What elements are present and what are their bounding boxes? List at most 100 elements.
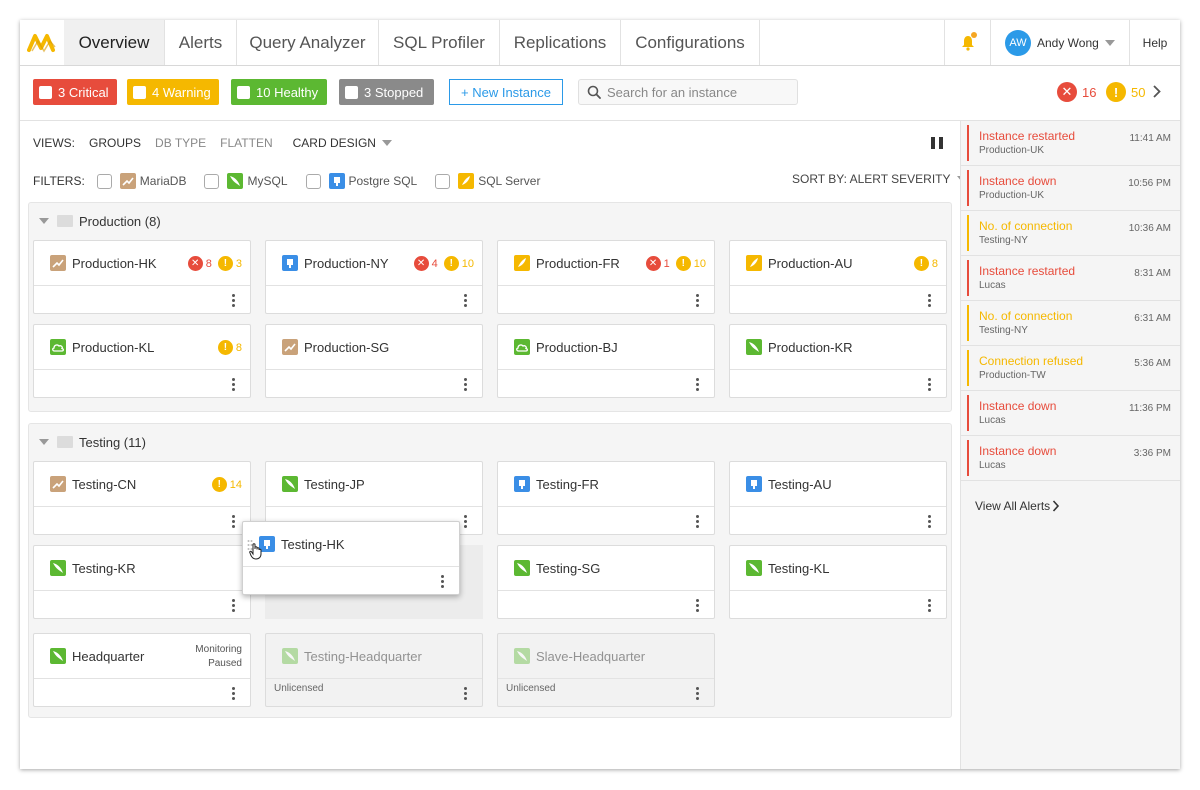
instance-card[interactable]: Testing-CN! 14 [33,461,251,535]
view-all-alerts-link[interactable]: View All Alerts [975,499,1060,513]
filter-mysql-checkbox[interactable] [204,173,220,189]
more-icon[interactable] [696,294,699,307]
card-header[interactable]: Production-FR ✕ 1! 10 [498,241,714,286]
card-header[interactable]: Production-HK ✕ 8! 3 [34,241,250,286]
more-icon[interactable] [232,687,235,700]
help-link[interactable]: Help [1129,20,1180,65]
instance-card[interactable]: Production-KR [729,324,947,398]
instance-card[interactable]: Testing-KL [729,545,947,619]
instance-card[interactable]: Slave-Headquarter Unlicensed [497,633,715,707]
more-icon[interactable] [696,687,699,700]
card-header[interactable]: Production-SG [266,325,482,370]
alert-item[interactable]: Instance down Production-UK 10:56 PM [961,166,1180,211]
more-icon[interactable] [696,599,699,612]
card-alerts[interactable]: ✕ 8! 3 [187,256,242,271]
more-icon[interactable] [464,687,467,700]
user-menu[interactable]: AW Andy Wong [990,20,1129,65]
card-header[interactable]: Production-KR [730,325,946,370]
group-header[interactable]: Production (8) [39,213,161,229]
sort-dropdown[interactable]: SORT BY: ALERT SEVERITY [792,172,967,186]
card-header[interactable]: Testing-Headquarter [266,634,482,679]
card-header[interactable]: Production-KL! 8 [34,325,250,370]
card-header[interactable]: Production-AU! 8 [730,241,946,286]
dragging-card[interactable]: Testing-HK [242,521,460,595]
instance-card[interactable]: Testing-SG [497,545,715,619]
view-groups[interactable]: GROUPS [89,136,141,150]
more-icon[interactable] [696,378,699,391]
instance-card[interactable]: Production-BJ [497,324,715,398]
card-design-dropdown[interactable]: CARD DESIGN [293,136,376,150]
warning-count[interactable]: ! 50 [1106,81,1145,103]
alert-item[interactable]: No. of connection Testing-NY 6:31 AM [961,301,1180,346]
card-header[interactable]: Testing-CN! 14 [34,462,250,507]
search-input[interactable] [607,84,787,100]
tab-query-analyzer[interactable]: Query Analyzer [237,20,379,65]
instance-card[interactable]: Production-AU! 8 [729,240,947,314]
more-icon[interactable] [232,599,235,612]
card-alerts[interactable]: ! 8 [913,256,938,271]
more-icon[interactable] [928,294,931,307]
search-box[interactable] [578,79,798,105]
card-header[interactable]: Testing-AU [730,462,946,507]
card-alerts[interactable]: ! 14 [211,477,242,492]
alert-item[interactable]: No. of connection Testing-NY 10:36 AM [961,211,1180,256]
instance-card[interactable]: Production-HK ✕ 8! 3 [33,240,251,314]
filter-sqlserver-checkbox[interactable] [435,173,451,189]
tab-sql-profiler[interactable]: SQL Profiler [379,20,500,65]
instance-card[interactable]: Testing-Headquarter Unlicensed [265,633,483,707]
card-header[interactable]: Testing-KR [34,546,250,591]
notifications-button[interactable] [944,20,990,65]
instance-card[interactable]: Testing-FR [497,461,715,535]
card-header[interactable]: Production-NY ✕ 4! 10 [266,241,482,286]
more-icon[interactable] [464,378,467,391]
more-icon[interactable] [232,515,235,528]
group-header[interactable]: Testing (11) [39,434,146,450]
card-header[interactable]: Slave-Headquarter [498,634,714,679]
card-header[interactable]: Testing-FR [498,462,714,507]
instance-card[interactable]: Production-KL! 8 [33,324,251,398]
stopped-filter-button[interactable]: 3 Stopped [339,79,434,105]
instance-card[interactable]: Production-FR ✕ 1! 10 [497,240,715,314]
instance-card[interactable]: Testing-AU [729,461,947,535]
app-logo[interactable] [20,20,64,65]
more-icon[interactable] [464,294,467,307]
alert-item[interactable]: Connection refused Production-TW 5:36 AM [961,346,1180,391]
card-header[interactable]: Testing-KL [730,546,946,591]
instance-card[interactable]: Headquarter Monitoring Paused [33,633,251,707]
tab-configurations[interactable]: Configurations [621,20,760,65]
card-alerts[interactable]: ✕ 4! 10 [413,256,474,271]
more-icon[interactable] [441,575,444,588]
more-icon[interactable] [928,599,931,612]
alert-item[interactable]: Instance restarted Lucas 8:31 AM [961,256,1180,301]
view-db-type[interactable]: DB TYPE [155,136,206,150]
view-flatten[interactable]: FLATTEN [220,136,272,150]
alert-item[interactable]: Instance restarted Production-UK 11:41 AM [961,121,1180,166]
pause-button[interactable] [931,137,943,149]
tab-replications[interactable]: Replications [500,20,621,65]
card-alerts[interactable]: ✕ 1! 10 [645,256,706,271]
instance-card[interactable]: Testing-KR [33,545,251,619]
critical-filter-button[interactable]: 3 Critical [33,79,117,105]
alert-item[interactable]: Instance down Lucas 3:36 PM [961,436,1180,481]
instance-card[interactable]: Production-NY ✕ 4! 10 [265,240,483,314]
card-header[interactable]: Testing-JP [266,462,482,507]
chevron-right-icon[interactable] [1153,85,1161,103]
filter-postgres-checkbox[interactable] [305,173,321,189]
more-icon[interactable] [696,515,699,528]
card-header[interactable]: Production-BJ [498,325,714,370]
tab-overview[interactable]: Overview [64,20,165,65]
card-header[interactable]: Testing-SG [498,546,714,591]
warning-filter-button[interactable]: 4 Warning [127,79,219,105]
card-alerts[interactable]: ! 8 [217,340,242,355]
critical-count[interactable]: ✕ 16 [1057,81,1096,103]
filter-mariadb-checkbox[interactable] [96,173,112,189]
instance-card[interactable]: Production-SG [265,324,483,398]
more-icon[interactable] [928,515,931,528]
new-instance-button[interactable]: + New Instance [449,79,563,105]
card-header[interactable]: Headquarter Monitoring Paused [34,634,250,679]
more-icon[interactable] [928,378,931,391]
tab-alerts[interactable]: Alerts [165,20,237,65]
healthy-filter-button[interactable]: 10 Healthy [231,79,327,105]
more-icon[interactable] [232,378,235,391]
alert-item[interactable]: Instance down Lucas 11:36 PM [961,391,1180,436]
